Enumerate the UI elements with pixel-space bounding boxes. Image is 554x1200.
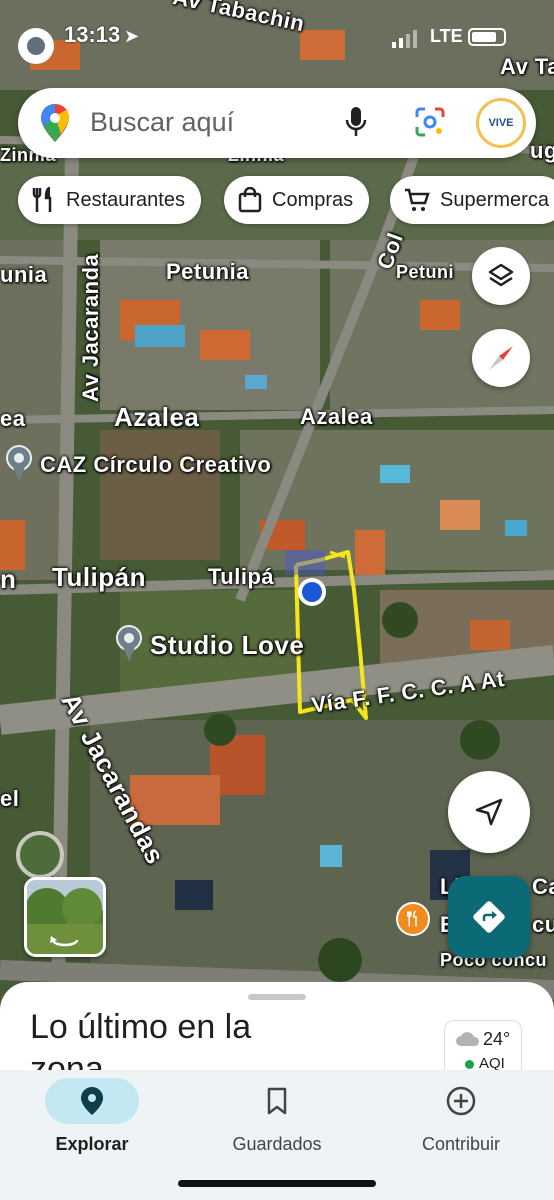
chip-shopping[interactable]: Compras xyxy=(224,176,370,224)
bookmark-icon xyxy=(267,1087,287,1115)
status-time: 13:13 xyxy=(64,22,121,47)
nav-explore-pill xyxy=(45,1078,139,1124)
signal-icon xyxy=(392,30,417,48)
restaurant-pin-icon[interactable] xyxy=(396,902,430,936)
chip-supermarket[interactable]: Supermerca xyxy=(390,176,554,224)
shopping-bag-icon xyxy=(238,187,262,213)
sheet-drag-handle[interactable] xyxy=(248,994,306,1000)
add-circle-icon xyxy=(446,1086,476,1116)
place-label-cae: Cae xyxy=(532,874,554,899)
chip-label: Compras xyxy=(272,188,354,211)
lens-icon[interactable] xyxy=(414,106,446,138)
street-label-el: el xyxy=(0,786,20,811)
street-view-thumbnail[interactable] xyxy=(24,877,106,957)
account-avatar[interactable]: VIVE xyxy=(476,98,526,148)
navigation-arrow-icon xyxy=(475,798,503,826)
nav-contribute-icon-wrap xyxy=(386,1078,536,1124)
street-label-tulipan-left: n xyxy=(0,564,17,594)
place-label-cu: cu xyxy=(532,912,554,937)
chip-restaurants[interactable]: Restaurantes xyxy=(18,176,201,224)
chip-label: Restaurantes xyxy=(66,188,185,211)
layers-icon xyxy=(488,263,514,287)
nav-contribute[interactable]: Contribuir xyxy=(386,1078,536,1155)
weather-temperature: 24° xyxy=(483,1029,511,1049)
cloud-icon xyxy=(456,1032,480,1046)
avatar-text: VIVE xyxy=(488,117,514,129)
status-bar: 13:13 ➤ LTE xyxy=(0,18,554,58)
nav-saved-icon-wrap xyxy=(202,1078,352,1124)
nav-saved[interactable]: Guardados xyxy=(202,1078,352,1155)
street-label-petunia-left: unia xyxy=(0,262,48,287)
street-label-azalea-left: ea xyxy=(0,406,26,431)
category-chips: Restaurantes Compras Supermerca xyxy=(18,176,554,224)
directions-icon xyxy=(473,901,505,933)
poi-studio-love-label: Studio Love xyxy=(150,629,305,660)
directions-button[interactable] xyxy=(448,876,530,958)
nav-saved-label: Guardados xyxy=(232,1134,322,1154)
battery-icon xyxy=(468,28,506,46)
street-label-ug: ug xyxy=(530,138,554,163)
search-input[interactable]: Buscar aquí xyxy=(90,107,234,138)
street-label-azalea-right: Azalea xyxy=(300,404,373,429)
poi-caz-label: CAZ Círculo Creativo xyxy=(40,452,272,477)
street-label-petunia-right: Petuni xyxy=(396,262,455,282)
explore-pin-icon xyxy=(81,1087,103,1115)
compass-button[interactable] xyxy=(472,329,530,387)
poi-caz[interactable]: CAZ Círculo Creativo xyxy=(4,445,271,485)
street-label-av-jacaranda: Av Jacaranda xyxy=(78,253,103,402)
street-label-tulipan-center: Tulipán xyxy=(52,562,147,592)
chip-label: Supermerca xyxy=(440,188,549,211)
fork-knife-icon xyxy=(32,187,52,212)
maps-logo-icon xyxy=(41,104,69,142)
aqi-status-dot xyxy=(465,1060,474,1069)
mic-icon[interactable] xyxy=(344,106,368,140)
street-label-tulipan-right: Tulipá xyxy=(208,564,275,589)
layers-button[interactable] xyxy=(472,247,530,305)
compass-icon xyxy=(489,346,513,370)
location-arrow-icon: ➤ xyxy=(124,26,140,46)
search-bar[interactable]: Buscar aquí VIVE xyxy=(18,88,536,158)
home-indicator[interactable] xyxy=(178,1180,376,1187)
nav-explore-label: Explorar xyxy=(55,1134,129,1154)
cart-icon xyxy=(405,188,430,211)
bottom-sheet[interactable]: Lo último en la zona 24° AQI xyxy=(0,982,554,1082)
network-label: LTE xyxy=(430,26,463,46)
street-view-image xyxy=(27,880,103,954)
street-label-petunia-center: Petunia xyxy=(166,259,249,284)
place-pin-icon xyxy=(114,625,144,665)
nav-contribute-label: Contribuir xyxy=(421,1134,501,1154)
street-label-azalea-center: Azalea xyxy=(114,402,200,432)
location-marker-icon xyxy=(18,28,54,64)
my-location-button[interactable] xyxy=(448,771,530,853)
nav-explore[interactable]: Explorar xyxy=(17,1078,167,1155)
poi-studio-love[interactable]: Studio Love xyxy=(114,625,304,665)
place-pin-icon xyxy=(4,445,34,485)
